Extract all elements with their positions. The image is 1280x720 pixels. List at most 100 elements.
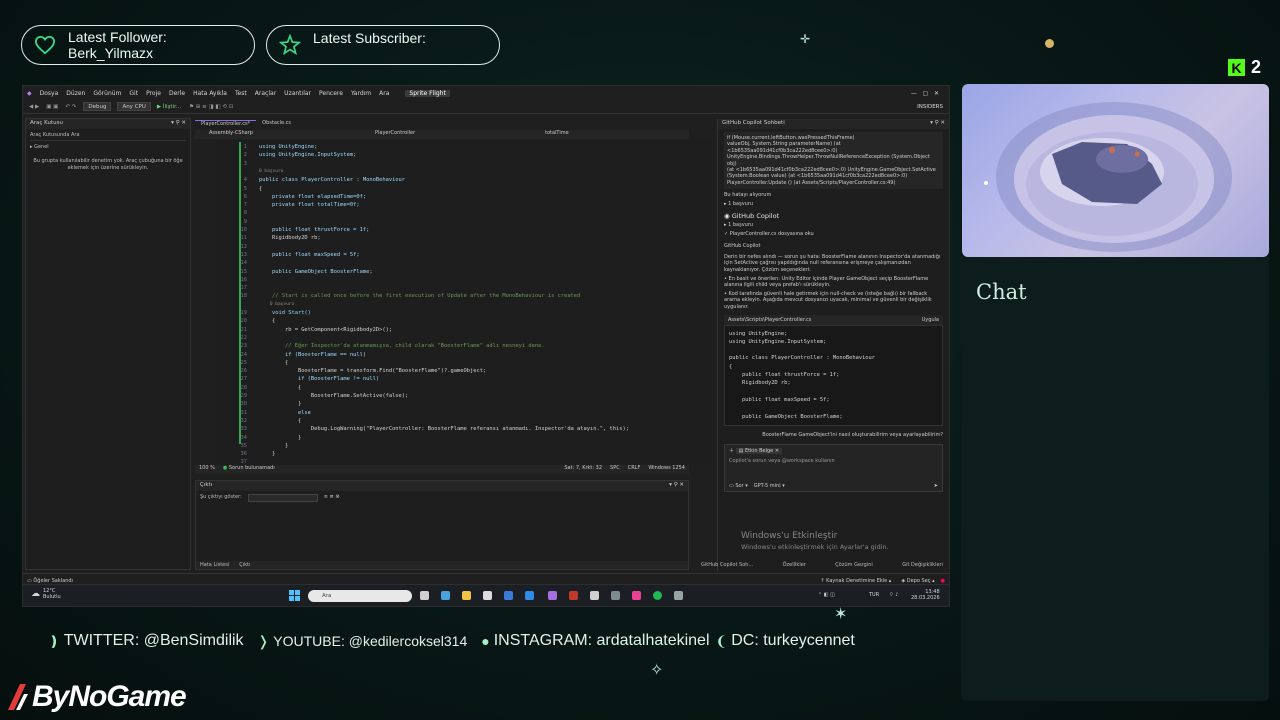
network-volume-icons[interactable]: ⌔ ♪ [889, 592, 898, 598]
code-line[interactable]: // Eğer Inspector'da atanmamışsa, child … [259, 343, 545, 349]
code-line[interactable]: } [259, 451, 275, 457]
menu-help[interactable]: Yardım [351, 90, 371, 97]
code-line[interactable]: { [259, 186, 262, 192]
pin-icon[interactable]: ▾ ⚲ ✕ [171, 120, 186, 128]
code-line[interactable]: if (BoosterFlame == null) [259, 352, 366, 358]
file-explorer-icon[interactable] [462, 591, 471, 600]
code-line[interactable]: rb = GetComponent<Rigidbody2D>(); [259, 327, 392, 333]
output-source-select[interactable] [247, 494, 318, 502]
menu-debug[interactable]: Hata Ayıkla [193, 90, 227, 97]
menu-project[interactable]: Proje [146, 90, 161, 97]
pin-icon[interactable]: ▾ ⚲ ✕ [930, 120, 945, 128]
context-chip[interactable]: ▤ Etkin Belge ✕ [735, 448, 783, 455]
code-line[interactable]: Rigidbody2D rb; [259, 235, 321, 241]
encoding[interactable]: SPC [610, 465, 620, 474]
code-line[interactable]: public GameObject BoosterFlame; [259, 269, 373, 275]
code-line[interactable]: { [259, 385, 301, 391]
code-line[interactable]: using UnityEngine.InputSystem; [259, 152, 356, 158]
code-line[interactable]: void Start() [259, 310, 311, 316]
code-line[interactable]: // Start is called once before the first… [259, 293, 580, 299]
code-line[interactable]: public float thrustForce = 1f; [259, 227, 369, 233]
app-icon[interactable] [441, 591, 450, 600]
taskbar-search[interactable]: Ara [308, 590, 412, 602]
chat-input[interactable]: ＋ ▤ Etkin Belge ✕ Copilot'a sorun veya @… [724, 444, 943, 493]
code-line[interactable]: Debug.LogWarning("PlayerController: Boos… [259, 426, 629, 432]
model-select[interactable]: GPT-5 mini ▾ [754, 483, 785, 489]
code-line[interactable]: private float elapsedTime=0f; [259, 194, 366, 200]
toolbox-group[interactable]: ▸ Genel [30, 144, 186, 150]
code-line[interactable]: { [259, 318, 275, 324]
task-view-icon[interactable] [420, 591, 429, 600]
code-editor[interactable]: 1 using UnityEngine; 2 using UnityEngine.In… [217, 140, 711, 465]
select-repo[interactable]: ◈ Depo Seç ▴ [901, 578, 934, 584]
followup-suggestion[interactable]: BoosterFlame GameObject'ini nasıl oluştu… [724, 432, 943, 439]
weather-widget[interactable]: ☁ 12°C Bulutlu [31, 588, 61, 600]
tab-obstacle[interactable]: Obstacle.cs [256, 120, 297, 129]
nav-member[interactable]: totalTime [535, 130, 569, 139]
code-line[interactable]: else [259, 410, 311, 416]
code-line[interactable]: } [259, 435, 301, 441]
code-line[interactable]: 0 başvuru [259, 169, 283, 174]
menu-test[interactable]: Test [235, 90, 247, 97]
menu-window[interactable]: Pencere [319, 90, 343, 97]
app-icon[interactable] [525, 591, 534, 600]
menu-search[interactable]: Ara [379, 90, 389, 97]
app-icon[interactable] [504, 591, 513, 600]
code-line[interactable]: 0 başvuru [259, 302, 294, 307]
add-context-icon[interactable]: ＋ [729, 448, 734, 454]
tab-error-list[interactable]: Hata Listesi [200, 562, 229, 568]
code-line[interactable]: if (BoosterFlame != null) [259, 376, 379, 382]
platform-select[interactable]: Any CPU [117, 102, 151, 111]
add-source-control[interactable]: ↑ Kaynak Denetimine Ekle ▴ [820, 578, 891, 584]
menu-view[interactable]: Görünüm [93, 90, 121, 97]
app-icon[interactable] [569, 591, 578, 600]
code-line[interactable]: } [259, 401, 301, 407]
code-line[interactable]: public float maxSpeed = 5f; [259, 252, 360, 258]
apply-button[interactable]: Uygula [922, 317, 939, 323]
toolbar-icons[interactable]: ⚑ ⊞ ≡ ◨ ◧ ⟲ ⊡ [189, 104, 233, 110]
undo-icon[interactable]: ↶ ↷ [65, 104, 76, 110]
tray-icons[interactable]: ⌃ ◧ ◫ [818, 592, 835, 598]
codepage[interactable]: Windows 1254 [648, 465, 685, 474]
clock[interactable]: 13:48 28.03.2026 [911, 589, 940, 601]
app-icon[interactable] [611, 591, 620, 600]
code-line[interactable]: using UnityEngine; [259, 144, 317, 150]
tab-output[interactable]: Çıktı [239, 562, 250, 568]
tab-solution-explorer[interactable]: Çözüm Gezgini [835, 562, 873, 568]
menu-tools[interactable]: Araçlar [255, 90, 276, 97]
code-line[interactable]: BoosterFlame = transform.Find("BoosterFl… [259, 368, 486, 374]
menu-edit[interactable]: Düzen [66, 90, 85, 97]
tab-playercontroller[interactable]: PlayerController.cs* [195, 120, 257, 129]
menu-extensions[interactable]: Uzantılar [284, 90, 311, 97]
spotify-icon[interactable] [653, 591, 662, 600]
send-icon[interactable]: ➤ [934, 483, 938, 489]
attach-button[interactable]: ▶ İliştir... [157, 104, 181, 110]
window-controls[interactable]: — ▢ ✕ [911, 90, 939, 97]
code-line[interactable]: { [259, 418, 301, 424]
code-line[interactable]: BoosterFlame.SetActive(false); [259, 393, 408, 399]
output-tools-icons[interactable]: ≡ ≣ ⊗ [324, 494, 340, 502]
windows-start-icon[interactable] [289, 590, 300, 601]
notification-icon[interactable]: ● [941, 578, 945, 584]
tab-properties[interactable]: Özellikler [783, 562, 806, 568]
zoom-level[interactable]: 100 % [199, 465, 215, 474]
app-icon[interactable] [483, 591, 492, 600]
app-icon[interactable] [632, 591, 641, 600]
back-icon[interactable]: ◀ ▶ [29, 104, 39, 110]
menu-file[interactable]: Dosya [40, 90, 59, 97]
menu-git[interactable]: Git [129, 90, 138, 97]
toolbox-search[interactable]: Araç Kutusunda Ara [30, 132, 186, 141]
code-line[interactable]: private float totalTime=0f; [259, 202, 360, 208]
line-ending[interactable]: CRLF [628, 465, 641, 474]
input-language[interactable]: TUR [869, 592, 879, 598]
nav-class[interactable]: PlayerController [365, 130, 535, 139]
nav-assembly[interactable]: Assembly-CSharp [195, 130, 365, 139]
pin-icon[interactable]: ▾ ⚲ ✕ [669, 482, 684, 490]
config-select[interactable]: Debug [83, 102, 112, 111]
code-line[interactable]: public class PlayerController : MonoBeha… [259, 177, 405, 183]
code-line[interactable]: { [259, 360, 288, 366]
tab-copilot-chat[interactable]: GitHub Copilot Soh... [701, 562, 753, 568]
menu-build[interactable]: Derle [169, 90, 185, 97]
unity-icon[interactable] [590, 591, 599, 600]
app-icon[interactable] [674, 591, 683, 600]
